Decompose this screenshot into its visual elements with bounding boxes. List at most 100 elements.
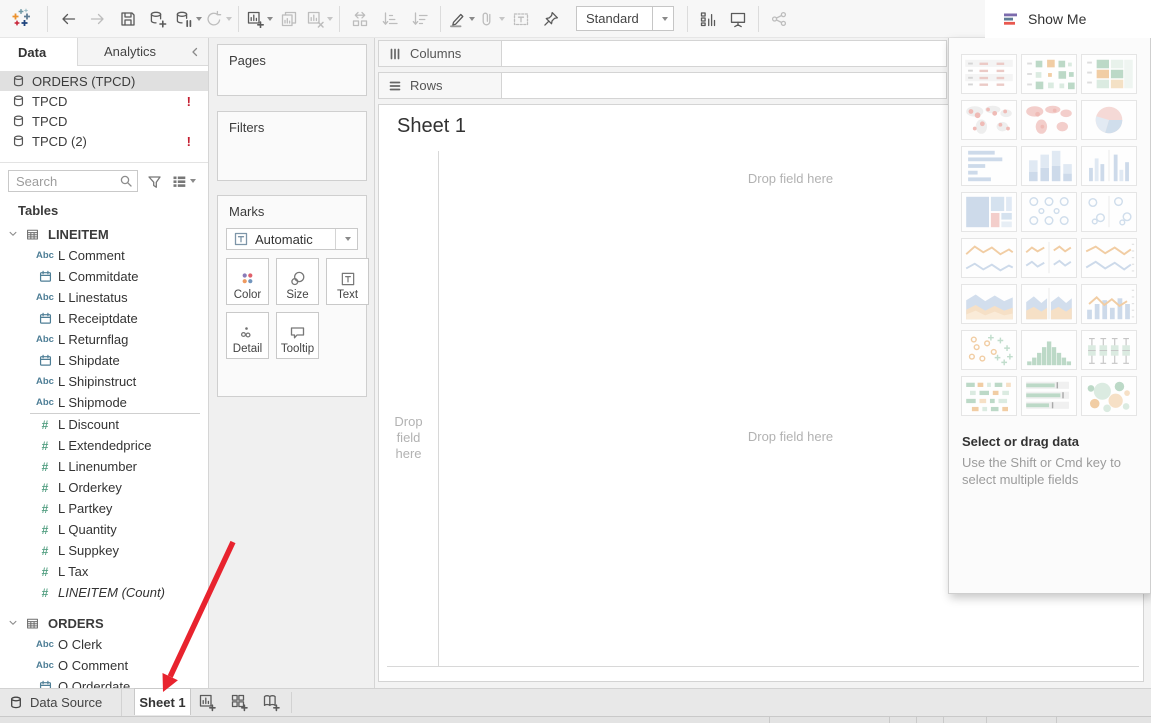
show-me-thumb-side-by-side-circles[interactable]	[1081, 192, 1137, 232]
show-me-thumb-filled-map[interactable]	[1021, 100, 1077, 140]
number-icon: #	[42, 460, 49, 474]
field-item[interactable]: #L Orderkey	[0, 477, 208, 498]
show-me-thumb-gantt[interactable]	[961, 376, 1017, 416]
new-dashboard-tab-button[interactable]	[223, 689, 255, 716]
field-item[interactable]: #L Suppkey	[0, 540, 208, 561]
marks-color-button[interactable]: Color	[226, 258, 269, 305]
field-item[interactable]: AbcL Shipinstruct	[0, 371, 208, 392]
pages-shelf[interactable]: Pages	[217, 44, 367, 96]
rows-shelf[interactable]: Rows	[378, 72, 947, 99]
new-story-tab-button[interactable]	[255, 689, 287, 716]
new-worksheet-tab-button[interactable]	[191, 689, 223, 716]
undo-button[interactable]	[53, 0, 83, 38]
chevron-down-icon	[0, 618, 26, 628]
show-me-thumb-side-by-side-bars[interactable]	[1081, 146, 1137, 186]
chevron-down-icon	[0, 229, 26, 239]
fit-dropdown[interactable]: Standard	[576, 6, 674, 31]
show-me-panel: Select or drag data Use the Shift or Cmd…	[948, 38, 1151, 594]
new-worksheet-button[interactable]	[244, 0, 274, 38]
rows-icon	[388, 79, 402, 93]
fit-caret[interactable]	[652, 7, 673, 30]
show-me-thumb-pie-chart[interactable]	[1081, 100, 1137, 140]
show-me-thumb-circle-views[interactable]	[1021, 192, 1077, 232]
marks-buttons: ColorSizeTextDetailTooltip	[226, 258, 358, 359]
datasource-item[interactable]: TPCD (2)!	[0, 131, 208, 151]
search-input[interactable]	[9, 173, 119, 190]
text-icon	[340, 271, 356, 287]
status-bar-divider	[769, 717, 770, 723]
show-me-thumb-continuous-area[interactable]	[961, 284, 1017, 324]
mark-type-dropdown[interactable]: Automatic	[226, 228, 358, 250]
collapse-pane-button[interactable]	[182, 38, 208, 66]
field-item[interactable]: #L Discount	[0, 414, 208, 435]
field-item[interactable]: O Orderdate	[0, 676, 208, 688]
field-item[interactable]: #L Quantity	[0, 519, 208, 540]
show-me-thumb-stacked-bars[interactable]	[1021, 146, 1077, 186]
show-mark-labels-button[interactable]	[693, 0, 723, 38]
marks-tooltip-button[interactable]: Tooltip	[276, 312, 319, 359]
marks-detail-button[interactable]: Detail	[226, 312, 269, 359]
show-me-thumb-scatter-plot[interactable]	[961, 330, 1017, 370]
show-me-thumb-highlight-table[interactable]	[1081, 54, 1137, 94]
columns-icon	[388, 47, 402, 61]
datasource-item[interactable]: ORDERS (TPCD)	[0, 71, 208, 91]
marks-text-button[interactable]: Text	[326, 258, 369, 305]
show-me-thumb-box-and-whisker[interactable]	[1081, 330, 1137, 370]
tab-data[interactable]: Data	[0, 38, 78, 66]
filters-shelf[interactable]: Filters	[217, 111, 367, 181]
tab-sheet-1[interactable]: Sheet 1	[134, 688, 191, 715]
show-me-thumb-packed-bubbles[interactable]	[1081, 376, 1137, 416]
highlight-button[interactable]	[446, 0, 476, 38]
show-me-thumb-histogram[interactable]	[1021, 330, 1077, 370]
field-item[interactable]: L Receiptdate	[0, 308, 208, 329]
show-me-thumb-dual-lines[interactable]	[1081, 238, 1137, 278]
field-label: L Comment	[58, 248, 125, 263]
field-item[interactable]: L Shipdate	[0, 350, 208, 371]
save-button[interactable]	[113, 0, 143, 38]
datasource-item[interactable]: TPCD	[0, 111, 208, 131]
filter-fields-button[interactable]	[147, 174, 162, 189]
pin-button[interactable]	[536, 0, 566, 38]
add-datasource-button[interactable]	[143, 0, 173, 38]
show-me-thumb-heat-map[interactable]	[1021, 54, 1077, 94]
field-item[interactable]: AbcL Returnflag	[0, 329, 208, 350]
field-item[interactable]: #L Extendedprice	[0, 435, 208, 456]
field-item[interactable]: AbcO Comment	[0, 655, 208, 676]
show-me-thumb-treemap[interactable]	[961, 192, 1017, 232]
marks-label: Marks	[218, 196, 366, 219]
marks-size-button[interactable]: Size	[276, 258, 319, 305]
mark-type-caret[interactable]	[335, 229, 357, 249]
swap-axes-button	[345, 0, 375, 38]
show-me-thumb-text-table[interactable]	[961, 54, 1017, 94]
field-item[interactable]: #L Linenumber	[0, 456, 208, 477]
show-me-thumb-symbol-map[interactable]	[961, 100, 1017, 140]
tab-analytics[interactable]: Analytics	[78, 38, 182, 66]
view-options-button[interactable]	[172, 174, 196, 189]
show-me-thumb-bullet-graph[interactable]	[1021, 376, 1077, 416]
show-me-button[interactable]: Show Me	[985, 0, 1151, 38]
pause-auto-updates-button[interactable]	[173, 0, 203, 38]
rows-shelf-body[interactable]	[502, 72, 947, 99]
table-header-lineitem[interactable]: LINEITEM	[0, 223, 208, 245]
table-header-orders[interactable]: ORDERS	[0, 612, 208, 634]
show-me-thumb-horizontal-bars[interactable]	[961, 146, 1017, 186]
field-item[interactable]: L Commitdate	[0, 266, 208, 287]
show-me-thumb-discrete-area[interactable]	[1021, 284, 1077, 324]
tab-data-source[interactable]: Data Source	[0, 689, 122, 716]
presentation-mode-button[interactable]	[723, 0, 753, 38]
columns-shelf[interactable]: Columns	[378, 40, 947, 67]
field-item[interactable]: AbcO Clerk	[0, 634, 208, 655]
field-item[interactable]: #L Partkey	[0, 498, 208, 519]
field-item[interactable]: #LINEITEM (Count)	[0, 582, 208, 603]
datasource-item[interactable]: TPCD!	[0, 91, 208, 111]
show-me-thumb-discrete-lines[interactable]	[1021, 238, 1077, 278]
field-item[interactable]: AbcL Shipmode	[0, 392, 208, 413]
drop-zone-rows[interactable]: Drop field here	[379, 405, 438, 471]
status-bar-divider	[943, 717, 944, 723]
show-me-thumb-dual-combination[interactable]	[1081, 284, 1137, 324]
field-item[interactable]: #L Tax	[0, 561, 208, 582]
columns-shelf-body[interactable]	[502, 40, 947, 67]
field-item[interactable]: AbcL Linestatus	[0, 287, 208, 308]
field-item[interactable]: AbcL Comment	[0, 245, 208, 266]
show-me-thumb-continuous-lines[interactable]	[961, 238, 1017, 278]
